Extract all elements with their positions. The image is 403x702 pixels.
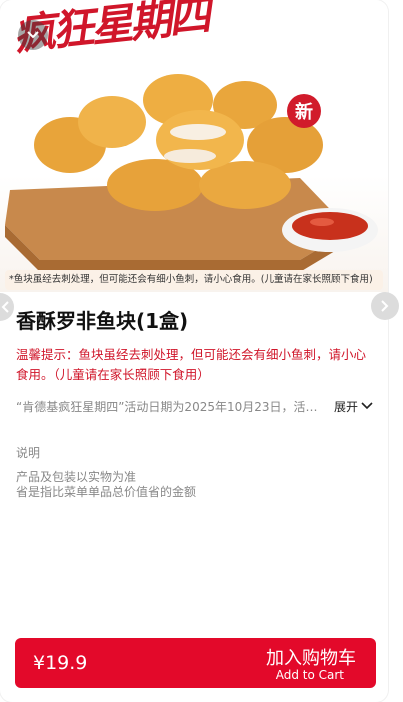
next-image-button[interactable] (371, 292, 399, 320)
chevron-left-icon (1, 301, 9, 313)
product-image: 疯狂星期四 新 *鱼块虽经去刺处理，但可能还会有细小鱼刺，请小心食用。(儿童请在… (0, 0, 388, 292)
add-to-cart-label: 加入购物车 (266, 648, 356, 669)
description-text: 产品及包装以实物为准 省是指比菜单单品总价值省的金额 (16, 470, 196, 500)
add-to-cart-button[interactable]: ¥19.9 加入购物车 Add to Cart (15, 638, 376, 688)
product-detail-sheet: 疯狂星期四 新 *鱼块虽经去刺处理，但可能还会有细小鱼刺，请小心食用。(儿童请在… (0, 0, 388, 702)
description-line: 产品及包装以实物为准 (16, 470, 137, 484)
chevron-down-icon (361, 402, 373, 410)
nuggets-illustration (5, 74, 378, 270)
chevron-right-icon (381, 300, 389, 312)
description-heading: 说明 (16, 446, 41, 460)
expand-label: 展开 (334, 399, 359, 414)
warning-notice: 温馨提示：鱼块虽经去刺处理，但可能还会有细小鱼刺，请小心食用。（儿童请在家长照顾… (16, 347, 367, 382)
activity-text: “肯德基疯狂星期四”活动日期为2025年10月23日，活… (16, 399, 318, 414)
description-line: 省是指比菜单单品总价值省的金额 (16, 485, 197, 499)
add-to-cart-label-en: Add to Cart (275, 668, 344, 682)
image-caption: *鱼块虽经去刺处理，但可能还会有细小鱼刺，请小心食用。(儿童请在家长照顾下食用) (5, 270, 383, 290)
product-title: 香酥罗非鱼块(1盒) (16, 309, 189, 333)
activity-info: “肯德基疯狂星期四”活动日期为2025年10月23日，活… 展开 (16, 396, 376, 416)
back-button[interactable] (18, 20, 48, 50)
expand-button[interactable]: 展开 (334, 398, 374, 415)
chevron-down-icon (27, 31, 39, 39)
new-badge: 新 (287, 94, 321, 128)
price: ¥19.9 (33, 652, 88, 674)
